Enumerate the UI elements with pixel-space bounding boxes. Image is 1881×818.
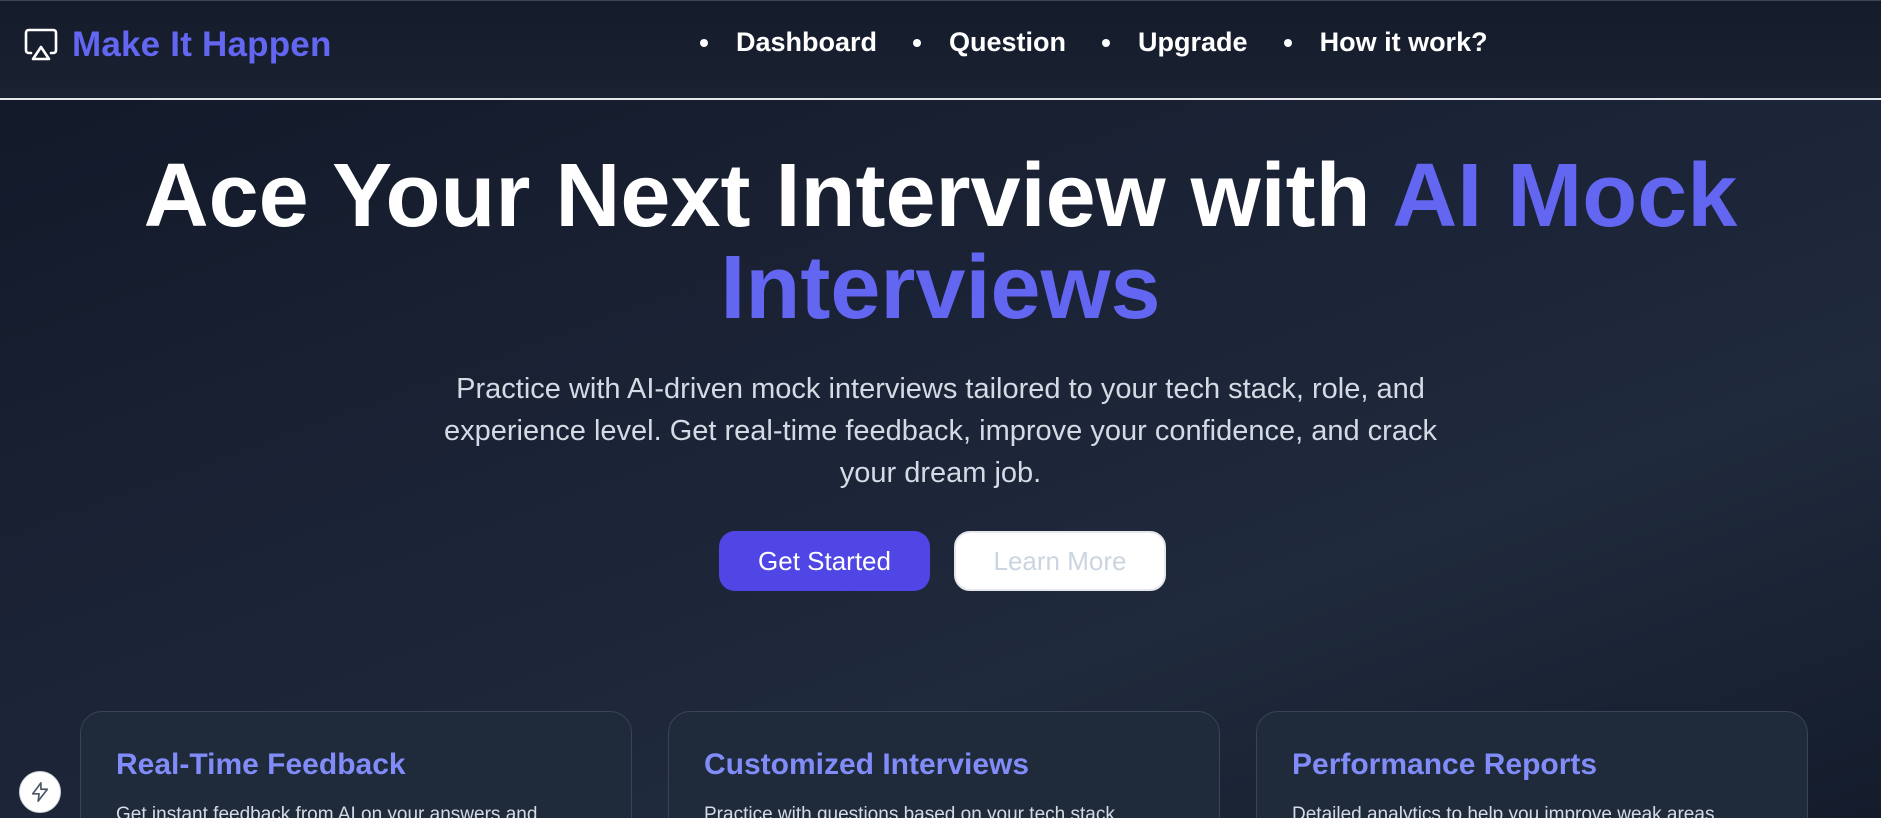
lightning-bolt-icon bbox=[31, 782, 49, 802]
nav-item-question: Question bbox=[913, 27, 1066, 58]
feature-card-description: Get instant feedback from AI on your ans… bbox=[116, 804, 538, 818]
brand-logo-link[interactable]: Make It Happen bbox=[24, 25, 332, 65]
floating-action-button[interactable] bbox=[19, 771, 61, 813]
main-nav: Dashboard Question Upgrade How it work? bbox=[700, 27, 1524, 58]
nav-link-upgrade[interactable]: Upgrade bbox=[1138, 27, 1248, 58]
nav-item-dashboard: Dashboard bbox=[700, 27, 877, 58]
nav-bullet bbox=[913, 38, 922, 47]
feature-card-title: Customized Interviews bbox=[704, 748, 1030, 781]
hero-title: Ace Your Next Interview with AI Mock Int… bbox=[0, 150, 1881, 334]
cast-icon bbox=[24, 28, 58, 61]
nav-item-how-it-works: How it work? bbox=[1283, 27, 1488, 58]
nav-link-question[interactable]: Question bbox=[949, 27, 1066, 58]
hero-title-main: Ace Your Next Interview with bbox=[143, 146, 1393, 246]
nav-item-upgrade: Upgrade bbox=[1102, 27, 1248, 58]
hero-subtitle: Practice with AI-driven mock interviews … bbox=[444, 373, 1437, 489]
nav-link-how-it-works[interactable]: How it work? bbox=[1320, 27, 1488, 58]
nav-bullet bbox=[700, 38, 708, 47]
nav-bullet bbox=[1283, 38, 1292, 47]
feature-card-title: Performance Reports bbox=[1292, 748, 1598, 781]
learn-more-button[interactable]: Learn More bbox=[954, 531, 1166, 591]
top-navigation-bar: Make It Happen Dashboard Question Upgrad… bbox=[0, 0, 1881, 100]
feature-card-description: Detailed analytics to help you improve w… bbox=[1292, 804, 1715, 818]
nav-link-dashboard[interactable]: Dashboard bbox=[736, 27, 877, 58]
feature-card-title: Real-Time Feedback bbox=[116, 748, 406, 781]
brand-name: Make It Happen bbox=[72, 25, 332, 64]
feature-card-customized-interviews: Customized Interviews Practice with ques… bbox=[668, 711, 1220, 818]
feature-card-real-time-feedback: Real-Time Feedback Get instant feedback … bbox=[80, 711, 632, 818]
get-started-button[interactable]: Get Started bbox=[719, 531, 930, 591]
feature-card-performance-reports: Performance Reports Detailed analytics t… bbox=[1256, 711, 1808, 818]
feature-card-description: Practice with questions based on your te… bbox=[704, 804, 1115, 818]
nav-bullet bbox=[1102, 38, 1111, 47]
